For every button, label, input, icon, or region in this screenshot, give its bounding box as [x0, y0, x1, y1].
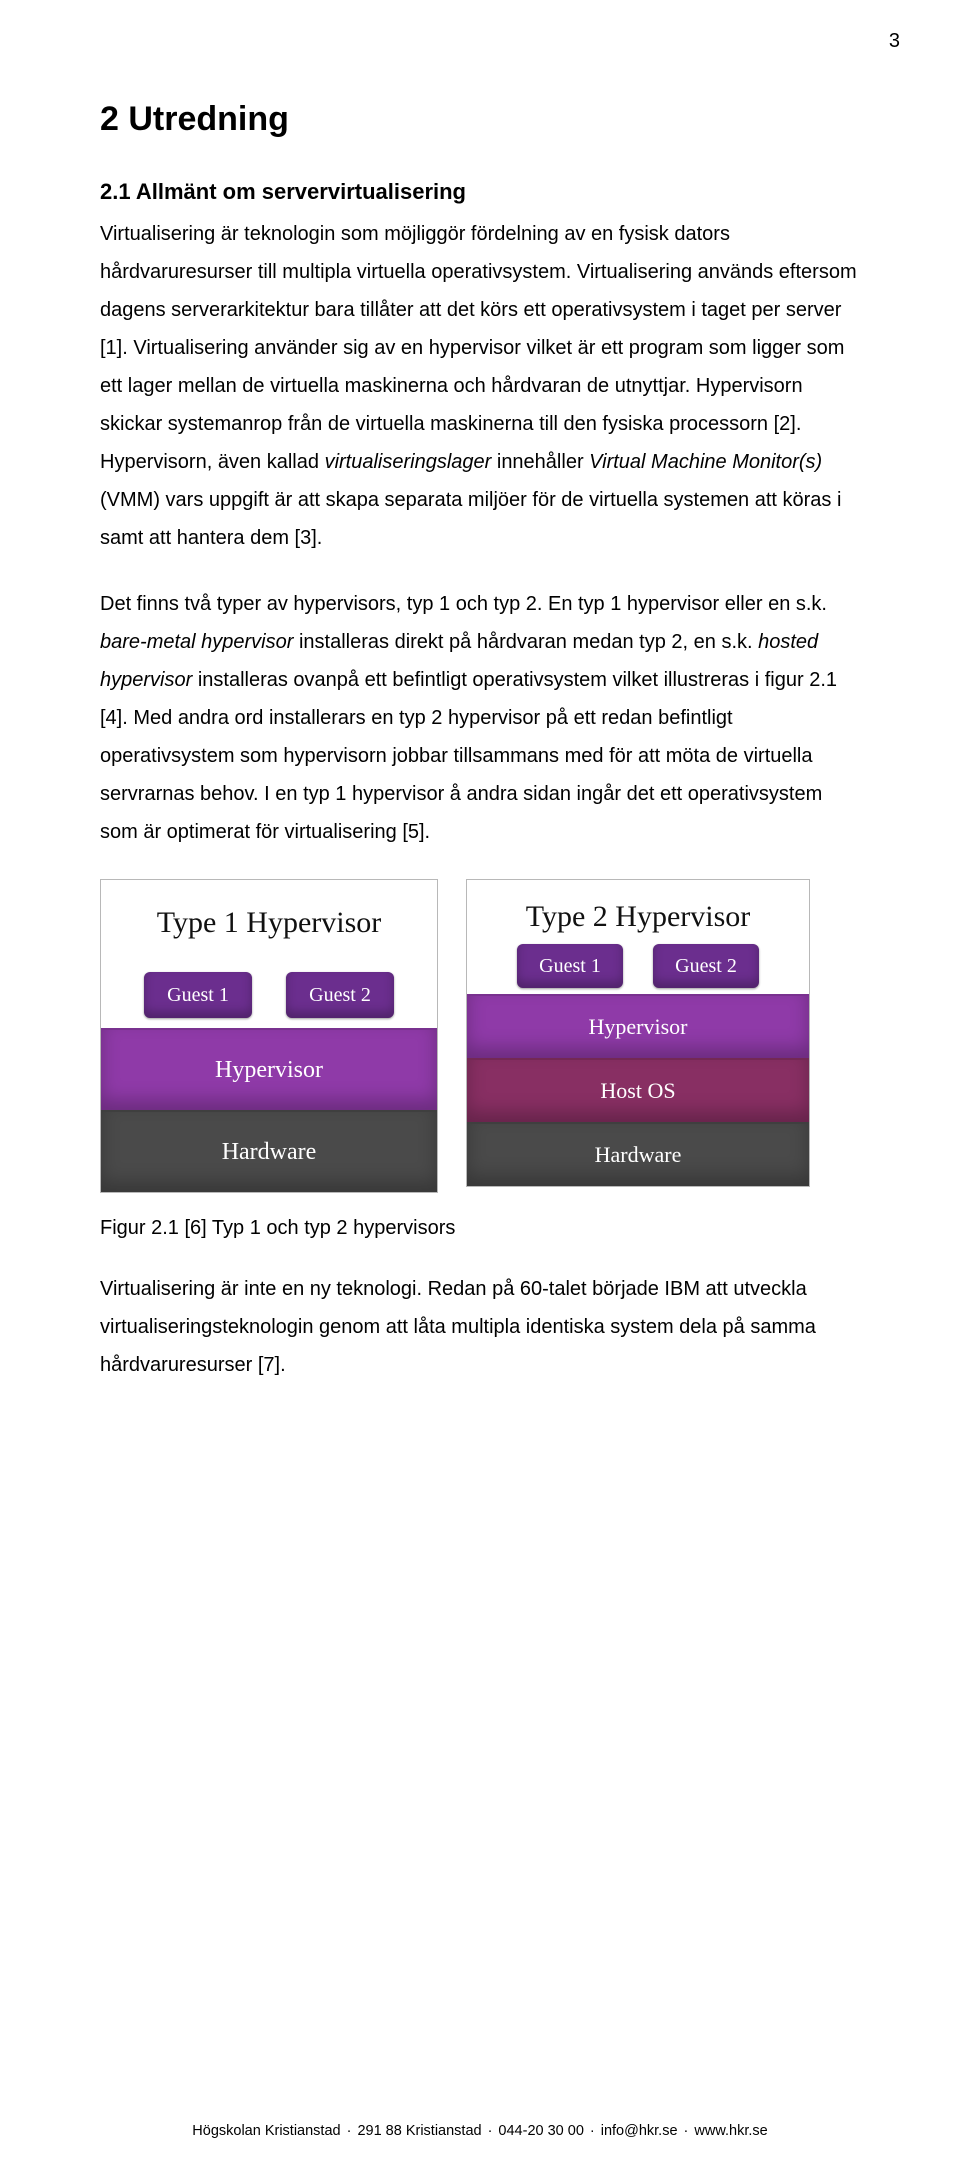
footer-phone: 044-20 30 00: [498, 2123, 583, 2139]
figure-type2-guest-2: Guest 2: [653, 944, 759, 988]
figure-type2-hardware-layer: Hardware: [467, 1122, 809, 1186]
figure-type1-hypervisor: Type 1 Hypervisor Guest 1 Guest 2 Hyperv…: [100, 879, 438, 1193]
paragraph-2-text-c: installeras ovanpå ett befintligt operat…: [100, 669, 837, 843]
footer-separator-icon: ·: [684, 2123, 689, 2139]
figure-caption: Figur 2.1 [6] Typ 1 och typ 2 hypervisor…: [100, 1217, 860, 1240]
footer-email: info@hkr.se: [601, 2123, 678, 2139]
document-page: 3 2 Utredning 2.1 Allmänt om servervirtu…: [0, 0, 960, 2167]
footer-separator-icon: ·: [347, 2123, 352, 2139]
figure-type1-guest-1: Guest 1: [144, 972, 252, 1018]
footer-web: www.hkr.se: [694, 2123, 767, 2139]
figure-type2-hypervisor: Type 2 Hypervisor Guest 1 Guest 2 Hyperv…: [466, 879, 810, 1187]
figure-type2-hostos-layer: Host OS: [467, 1058, 809, 1122]
figure-type2-guest-row: Guest 1 Guest 2: [467, 942, 809, 994]
paragraph-2-text-b: installeras direkt på hårdvaran medan ty…: [293, 631, 758, 653]
heading-2: 2.1 Allmänt om servervirtualisering: [100, 179, 860, 205]
page-footer: Högskolan Kristianstad · 291 88 Kristianst…: [0, 2123, 960, 2139]
figure-type1-guest-2: Guest 2: [286, 972, 394, 1018]
footer-separator-icon: ·: [488, 2123, 493, 2139]
paragraph-1-italic-1: virtualiseringslager: [325, 451, 492, 473]
footer-org: Högskolan Kristianstad: [192, 2123, 340, 2139]
paragraph-2-text-a: Det finns två typer av hypervisors, typ …: [100, 593, 827, 615]
paragraph-1-text-b: innehåller: [491, 451, 589, 473]
footer-separator-icon: ·: [590, 2123, 595, 2139]
figure-type1-guest-row: Guest 1 Guest 2: [101, 966, 437, 1028]
footer-address: 291 88 Kristianstad: [357, 2123, 481, 2139]
heading-1: 2 Utredning: [100, 100, 860, 139]
paragraph-1-text-c: (VMM) vars uppgift är att skapa separata…: [100, 489, 841, 549]
figure-type2-title: Type 2 Hypervisor: [467, 880, 809, 942]
paragraph-1-italic-2: Virtual Machine Monitor(s): [589, 451, 822, 473]
paragraph-3: Virtualisering är inte en ny teknologi. …: [100, 1270, 860, 1384]
figure-type1-hypervisor-layer: Hypervisor: [101, 1028, 437, 1110]
figure-type1-hardware-layer: Hardware: [101, 1110, 437, 1192]
figure-type2-hypervisor-layer: Hypervisor: [467, 994, 809, 1058]
page-number: 3: [889, 30, 900, 53]
figure-type1-title: Type 1 Hypervisor: [101, 880, 437, 966]
paragraph-1: Virtualisering är teknologin som möjligg…: [100, 215, 860, 557]
figure-type2-guest-1: Guest 1: [517, 944, 623, 988]
paragraph-2-italic-1: bare-metal hypervisor: [100, 631, 293, 653]
figure-row: Type 1 Hypervisor Guest 1 Guest 2 Hyperv…: [100, 879, 860, 1193]
paragraph-1-text-a: Virtualisering är teknologin som möjligg…: [100, 223, 857, 473]
paragraph-2: Det finns två typer av hypervisors, typ …: [100, 585, 860, 851]
